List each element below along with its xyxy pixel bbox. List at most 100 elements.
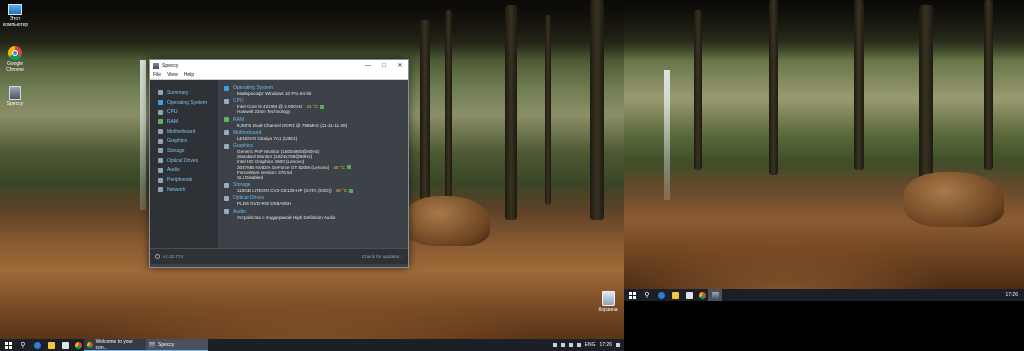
section-heading: RAM [233,116,245,123]
section-audio: Audio Устройство с поддержкой High Defin… [224,209,404,220]
sidebar-item-audio[interactable]: Audio [150,166,218,176]
desktop-icon-label: Корзина [598,307,618,313]
chevron-up-icon[interactable] [552,343,557,347]
section-value: SLI Disabled [237,175,264,181]
battery-icon[interactable] [576,343,581,347]
menu-bar: File View Help [150,71,408,80]
taskbar-speccy[interactable] [708,289,722,301]
volume-icon[interactable] [568,343,573,347]
window-titlebar[interactable]: Speccy — □ ✕ [150,60,408,71]
section-cpu: CPU Intel Core i5 4210M @ 2.60GHz 41 °C H… [224,98,404,114]
taskbar-edge[interactable] [30,339,44,351]
taskbar-file-explorer[interactable] [668,289,682,301]
ram-icon [158,119,163,125]
folder-icon [671,291,679,299]
motherboard-icon [158,129,163,135]
minimize-button[interactable]: — [360,60,376,71]
wallpaper-waterfall [664,70,670,200]
section-ram: RAM 8,00ГБ Dual-Channel DDR3 @ 798MHz (1… [224,117,404,128]
check-updates-link[interactable]: Check for updates... [362,254,403,259]
storage-icon [224,182,229,188]
taskbar-task-speccy[interactable]: Speccy [146,339,208,351]
language-indicator[interactable]: ENG [585,342,596,348]
notifications-icon[interactable] [616,343,620,347]
sidebar-item-peripherals[interactable]: Peripherals [150,175,218,185]
desktop-icon-chrome[interactable]: Google Chrome [3,46,27,73]
taskbar-edge[interactable] [654,289,668,301]
section-graphics: Graphics Generic PnP Monitor (1600x900@6… [224,143,404,180]
motherboard-icon [224,130,229,136]
section-operating-system: Operating System Майкрософт Windows 10 P… [224,85,404,96]
wallpaper-boulder [405,196,490,246]
section-value: Haswell 22nm Technology [237,109,291,115]
taskbar-store[interactable] [58,339,72,351]
menu-file[interactable]: File [153,71,161,79]
store-icon [61,341,69,349]
taskbar-task-chrome[interactable]: Welcome to your con... [84,339,146,351]
refresh-icon [155,254,160,259]
this-pc-icon [8,4,22,15]
optical-drive-icon [158,158,163,164]
monitor-1: Этот компьютер Google Chrome Speccy Корз… [0,0,624,351]
windows-icon [158,100,163,106]
taskbar-chrome[interactable] [696,289,708,301]
sidebar-item-network[interactable]: Network [150,185,218,195]
storage-temperature: 48 °C [335,188,348,194]
taskbar-secondary: ⚲ 17:26 [624,289,1024,301]
wallpaper-tree [590,0,604,220]
search-button[interactable]: ⚲ [16,339,30,351]
sidebar-item-label: Network [167,186,186,193]
sidebar-item-label: Motherboard [167,128,196,135]
sidebar-item-optical-drives[interactable]: Optical Drives [150,156,218,166]
taskbar-chrome[interactable] [72,339,84,351]
sidebar-item-summary[interactable]: Summary [150,88,218,98]
search-button[interactable]: ⚲ [640,289,654,301]
section-value: PLDS DVD-RW DS8A8SH [237,201,292,207]
unused-screen-area [624,301,1024,351]
desktop-icon-label: Speccy [6,101,24,107]
store-icon [685,291,693,299]
monitor-2: ⚲ 17:26 [624,0,1024,351]
desktop-icon-recycle-bin[interactable]: Корзина [597,291,619,313]
search-icon: ⚲ [20,342,26,349]
taskbar-file-explorer[interactable] [44,339,58,351]
sidebar-item-operating-system[interactable]: Operating System [150,98,218,108]
windows-icon [224,85,229,91]
storage-icon [158,148,163,154]
desktop-icon-this-pc[interactable]: Этот компьютер [3,4,28,28]
section-storage: Storage 119GB LITEON CV3-CE128-HP (SATA … [224,182,404,193]
section-value: LENOVO Giraiya 7A1 (U3E1) [237,135,298,141]
taskbar-store[interactable] [682,289,696,301]
search-icon: ⚲ [644,292,650,299]
wallpaper-waterfall [140,60,146,210]
sidebar-item-cpu[interactable]: CPU [150,107,218,117]
edge-icon [657,291,665,299]
summary-panel: Operating System Майкрософт Windows 10 P… [218,80,408,248]
clock[interactable]: 17:26 [1005,292,1018,298]
network-icon[interactable] [560,343,565,347]
section-value: Майкрософт Windows 10 Pro 64-bit [237,91,312,96]
speccy-window: Speccy — □ ✕ File View Help Summary Oper… [149,59,409,268]
section-optical-drives: Optical Drives PLDS DVD-RW DS8A8SH [224,195,404,206]
wallpaper-tree [445,10,452,210]
close-button[interactable]: ✕ [392,60,408,71]
temperature-status-icon [319,104,324,109]
wallpaper-tree [984,0,993,170]
start-button[interactable] [624,289,640,301]
sidebar-item-graphics[interactable]: Graphics [150,136,218,146]
chrome-icon [698,291,706,299]
sidebar-item-storage[interactable]: Storage [150,146,218,156]
menu-help[interactable]: Help [184,71,194,79]
sidebar-item-label: RAM [167,118,179,125]
start-button[interactable] [0,339,16,351]
sidebar-item-label: Storage [167,147,185,154]
edge-icon [33,341,41,349]
version-label: v1.32.774 [163,254,184,259]
clock[interactable]: 17:26 [599,342,612,348]
network-icon [158,187,163,193]
sidebar-item-motherboard[interactable]: Motherboard [150,127,218,137]
menu-view[interactable]: View [167,71,178,79]
desktop-icon-speccy[interactable]: Speccy [3,86,27,107]
sidebar-item-ram[interactable]: RAM [150,117,218,127]
maximize-button[interactable]: □ [376,60,392,71]
